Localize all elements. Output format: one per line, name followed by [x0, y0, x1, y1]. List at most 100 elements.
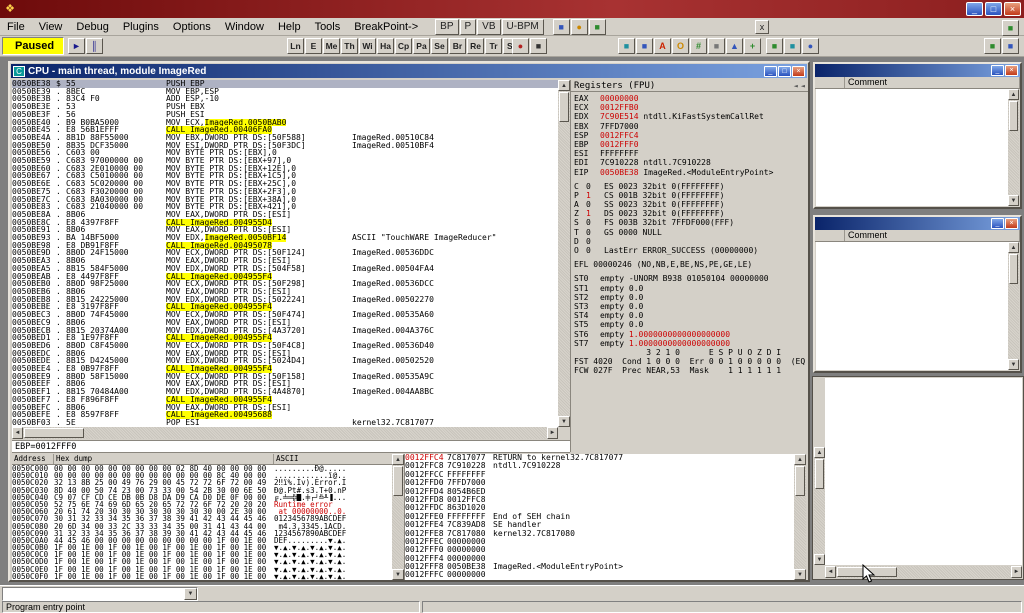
pause-icon[interactable]: ║: [86, 38, 103, 54]
dump-row[interactable]: 0050C0F01F 00 1E 00 1F 00 1E 00 1F 00 1E…: [12, 573, 392, 580]
disasm-row[interactable]: 0050BEAB.E8 4497F8FFCALL ImageRed.004955…: [12, 273, 558, 281]
stack-vscrollbar[interactable]: ▲▼: [794, 454, 806, 580]
side-window-1-titlebar[interactable]: _ ×: [815, 64, 1020, 77]
scroll-track[interactable]: [23, 427, 547, 439]
scroll-thumb[interactable]: [1009, 254, 1018, 284]
toolbar-icon-right-1[interactable]: ■: [636, 38, 653, 54]
disasm-row[interactable]: 0050BE8C.E8 4397F8FFCALL ImageRed.004955…: [12, 219, 558, 227]
disasm-row[interactable]: 0050BEEF.8B06MOV EAX,DWORD PTR DS:[ESI]: [12, 380, 558, 388]
disassembly-hscrollbar[interactable]: ◄►: [12, 427, 558, 439]
cpu-minimize-button[interactable]: _: [764, 66, 777, 77]
menubar-corner-grid-icon[interactable]: ■: [1002, 20, 1019, 36]
cpu-maximize-button[interactable]: □: [778, 66, 791, 77]
side-window-1-body[interactable]: [816, 89, 1008, 206]
menubar-icon-2[interactable]: ■: [589, 19, 606, 35]
scroll-left-icon[interactable]: ◄: [825, 566, 836, 578]
disasm-row[interactable]: 0050BE4A.8B1D 88F55000MOV EBX,DWORD PTR …: [12, 134, 558, 142]
disasm-row[interactable]: 0050BEE4.E8 0B97F8FFCALL ImageRed.004955…: [12, 365, 558, 373]
breakpoint-button-p[interactable]: P: [460, 19, 477, 35]
dump-row[interactable]: 0050C00000 00 00 00 00 00 00 00 00 02 8D…: [12, 465, 392, 472]
disasm-row[interactable]: 0050BE83.C683 21040000 00MOV BYTE PTR DS…: [12, 203, 558, 211]
scroll-up-icon[interactable]: ▲: [1008, 242, 1019, 253]
breakpoint-button-bp[interactable]: BP: [435, 19, 458, 35]
menu-item-file[interactable]: File: [0, 20, 32, 34]
scroll-track[interactable]: [1008, 253, 1019, 359]
window-button-se[interactable]: Se: [431, 38, 448, 54]
disasm-row[interactable]: 0050BEF1.8B15 70484A00MOV EDX,DWORD PTR …: [12, 388, 558, 396]
toolbar-icon-corner-0[interactable]: ■: [984, 38, 1001, 54]
close-button[interactable]: ×: [1004, 2, 1021, 16]
scroll-thumb[interactable]: [795, 466, 805, 496]
scroll-thumb[interactable]: [393, 466, 403, 496]
toolbar-icon-mid-1[interactable]: ■: [530, 38, 547, 54]
scroll-thumb[interactable]: [815, 459, 824, 489]
window-button-br[interactable]: Br: [449, 38, 466, 54]
scroll-up-icon[interactable]: ▲: [392, 454, 404, 465]
disasm-row[interactable]: 0050BEF7.E8 F896F8FFCALL ImageRed.004955…: [12, 396, 558, 404]
menu-item-window[interactable]: Window: [218, 20, 271, 34]
registers-prev-icon[interactable]: ◄: [794, 82, 798, 90]
scroll-track[interactable]: [814, 458, 825, 554]
disasm-row[interactable]: 0050BEDC.8B06MOV EAX,DWORD PTR DS:[ESI]: [12, 350, 558, 358]
scroll-down-icon[interactable]: ▼: [814, 554, 825, 565]
disasm-row[interactable]: 0050BECB.8B15 20374A00MOV EDX,DWORD PTR …: [12, 327, 558, 335]
disasm-row[interactable]: 0050BED6.8B0D C8F45000MOV ECX,DWORD PTR …: [12, 342, 558, 350]
disasm-row[interactable]: 0050BE45.E8 56B1EFFFCALL ImageRed.00406F…: [12, 126, 558, 134]
toolbar-icon-right-3[interactable]: O: [672, 38, 689, 54]
disasm-row[interactable]: 0050BEB6.8B06MOV EAX,DWORD PTR DS:[ESI]: [12, 288, 558, 296]
disasm-row[interactable]: 0050BE9D.8B0D 24F15000MOV ECX,DWORD PTR …: [12, 249, 558, 257]
scroll-down-icon[interactable]: ▼: [794, 569, 806, 580]
disasm-row[interactable]: 0050BE6E.C683 5C020000 00MOV BYTE PTR DS…: [12, 180, 558, 188]
disasm-row[interactable]: 0050BE60.C683 2E010000 00MOV BYTE PTR DS…: [12, 165, 558, 173]
scroll-up-icon[interactable]: ▲: [558, 80, 570, 91]
window-button-ha[interactable]: Ha: [377, 38, 394, 54]
side-window-2-titlebar[interactable]: _ ×: [815, 217, 1020, 230]
disasm-row[interactable]: 0050BE56.C603 00MOV BYTE PTR DS:[EBX],0: [12, 149, 558, 157]
scroll-down-icon[interactable]: ▼: [558, 416, 570, 427]
disassembly-vscrollbar[interactable]: ▲▼: [558, 80, 570, 427]
toolbar-icon-right-0[interactable]: ■: [618, 38, 635, 54]
window-button-th[interactable]: Th: [341, 38, 358, 54]
scroll-track[interactable]: [1008, 100, 1019, 195]
scroll-left-icon[interactable]: ◄: [12, 427, 23, 439]
side-window-2-body[interactable]: [816, 242, 1008, 370]
toolbar-icon-far-0[interactable]: ■: [766, 38, 783, 54]
toolbar-icon-right-6[interactable]: ▲: [726, 38, 743, 54]
rebar-close-button[interactable]: x: [755, 20, 769, 34]
disasm-row[interactable]: 0050BEB0.8B0D 98F25000MOV ECX,DWORD PTR …: [12, 280, 558, 288]
cpu-close-button[interactable]: ×: [792, 66, 805, 77]
stack-row[interactable]: 0012FFFC00000000: [405, 571, 794, 579]
menubar-icon-1[interactable]: ●: [571, 19, 588, 35]
window-button-tr[interactable]: Tr: [485, 38, 502, 54]
disasm-row[interactable]: 0050BE50.8B35 DCF35000MOV ESI,DWORD PTR …: [12, 142, 558, 150]
window-button-cp[interactable]: Cp: [395, 38, 412, 54]
side-window-2-vscrollbar[interactable]: ▲▼: [1008, 242, 1019, 370]
window-button-wi[interactable]: Wi: [359, 38, 376, 54]
menu-item-options[interactable]: Options: [166, 20, 218, 34]
side-window-1-close-button[interactable]: ×: [1005, 65, 1018, 76]
scroll-thumb[interactable]: [559, 92, 569, 122]
menu-item-help[interactable]: Help: [271, 20, 308, 34]
disasm-row[interactable]: 0050BE67.C683 C5010000 00MOV BYTE PTR DS…: [12, 172, 558, 180]
disasm-row[interactable]: 0050BE39.8BECMOV EBP,ESP: [12, 88, 558, 96]
side-window-1-vscrollbar[interactable]: ▲▼: [1008, 89, 1019, 206]
window-button-ln[interactable]: Ln: [287, 38, 304, 54]
side-window-1-minimize-button[interactable]: _: [991, 65, 1004, 76]
dump-row[interactable]: 0050C07030 31 32 33 34 35 36 37 38 39 41…: [12, 515, 392, 522]
scroll-down-icon[interactable]: ▼: [1008, 195, 1019, 206]
menu-item-breakpoint[interactable]: BreakPoint->: [347, 20, 425, 34]
dump-row[interactable]: 0050C0D01F 00 1E 00 1F 00 1E 00 1F 00 1E…: [12, 558, 392, 565]
toolbar-icon-far-1[interactable]: ■: [784, 38, 801, 54]
menu-item-tools[interactable]: Tools: [308, 20, 348, 34]
side-window-2-close-button[interactable]: ×: [1005, 218, 1018, 229]
dump-row[interactable]: 0050C0A044 45 46 00 00 00 00 00 00 00 00…: [12, 537, 392, 544]
toolbar-icon-right-4[interactable]: #: [690, 38, 707, 54]
scroll-up-icon[interactable]: ▲: [794, 454, 806, 465]
toolbar-icon-corner-1[interactable]: ■: [1002, 38, 1019, 54]
dump-row[interactable]: 0050C0B01F 00 1E 00 1F 00 1E 00 1F 00 1E…: [12, 544, 392, 551]
disasm-row[interactable]: 0050BE91.8B06MOV EAX,DWORD PTR DS:[ESI]: [12, 226, 558, 234]
dump-vscrollbar[interactable]: ▲▼: [392, 454, 404, 580]
scroll-right-icon[interactable]: ►: [547, 427, 558, 439]
maximize-button[interactable]: □: [985, 2, 1002, 16]
side-window-2-minimize-button[interactable]: _: [991, 218, 1004, 229]
